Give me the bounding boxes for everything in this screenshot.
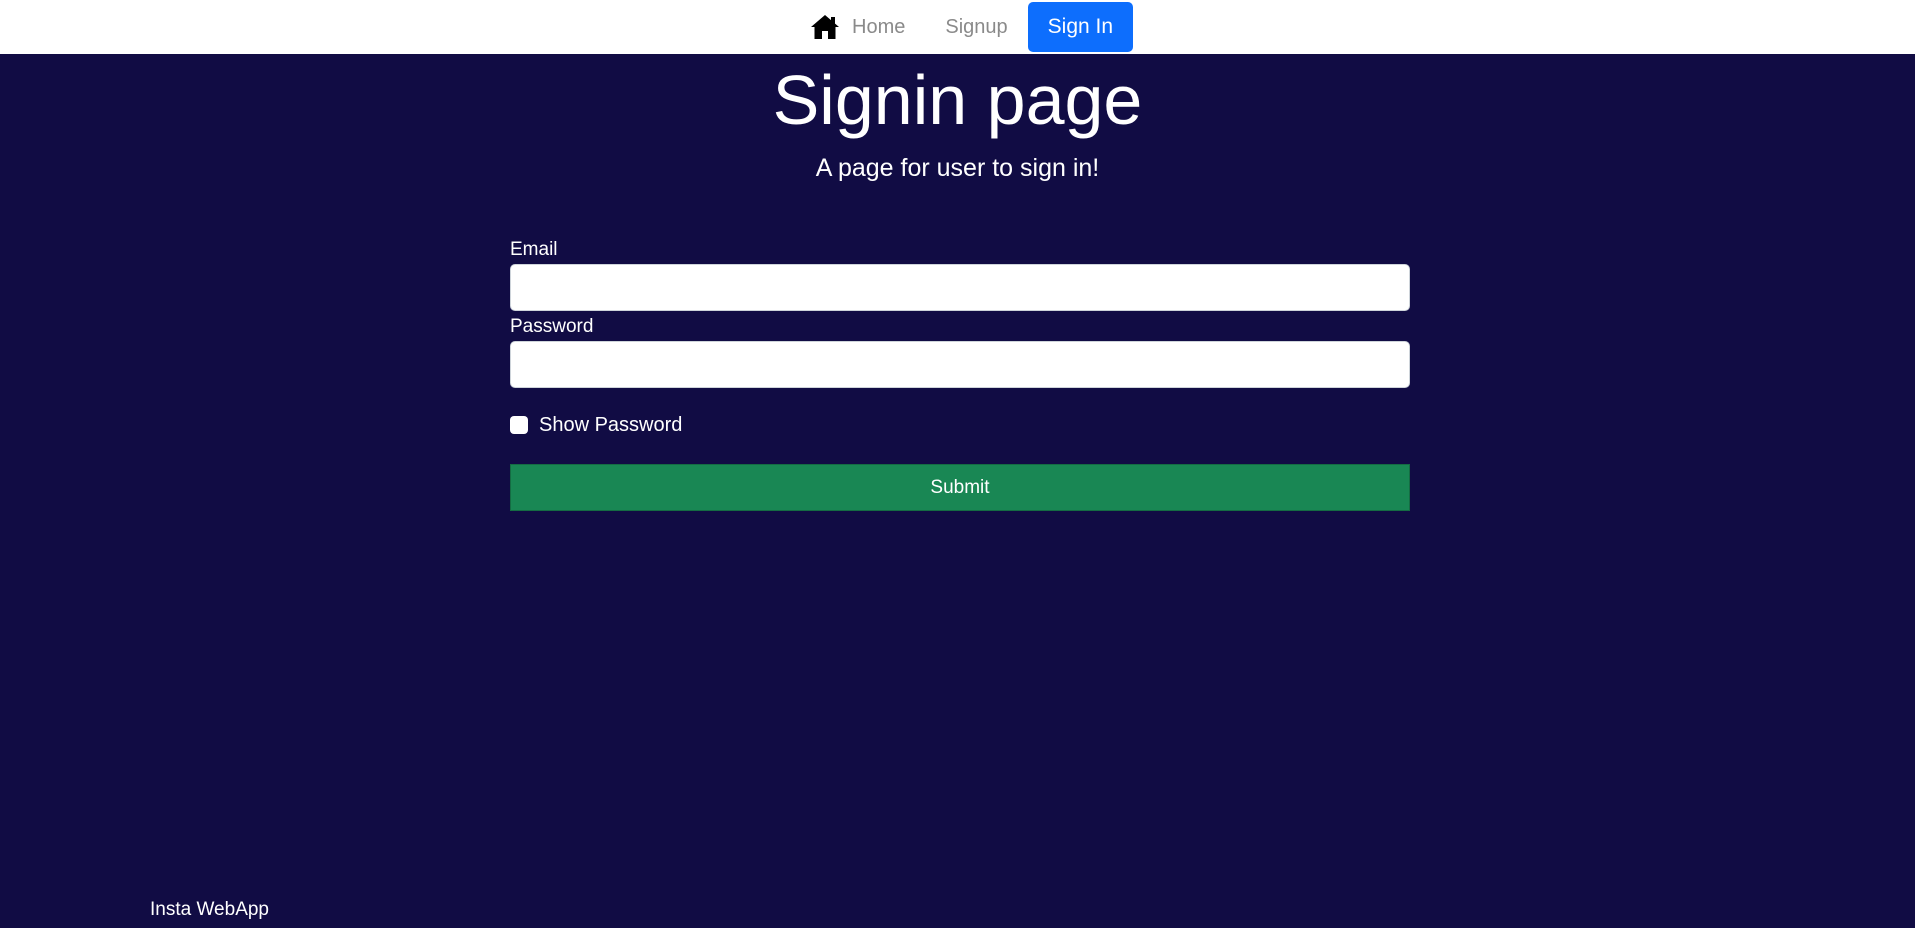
show-password-row: Show Password	[510, 413, 1410, 437]
email-field[interactable]	[510, 264, 1410, 311]
show-password-checkbox[interactable]	[510, 416, 528, 434]
signin-form: Email Password Show Password Submit	[510, 236, 1410, 511]
home-icon[interactable]	[810, 14, 840, 40]
nav-signin-button[interactable]: Sign In	[1027, 2, 1134, 52]
password-field[interactable]	[510, 341, 1410, 388]
nav-links: Home Signup Sign In	[810, 0, 1134, 54]
show-password-label[interactable]: Show Password	[539, 414, 682, 437]
email-label: Email	[510, 239, 558, 260]
submit-button[interactable]: Submit	[510, 464, 1410, 511]
footer-brand: Insta WebApp	[150, 899, 270, 920]
navbar: Home Signup Sign In	[0, 0, 1915, 54]
nav-home-link[interactable]: Home	[852, 16, 905, 39]
page-title: Signin page	[772, 61, 1143, 139]
password-label: Password	[510, 316, 594, 337]
page-subtitle: A page for user to sign in!	[815, 154, 1100, 182]
nav-signup-link[interactable]: Signup	[945, 16, 1007, 39]
